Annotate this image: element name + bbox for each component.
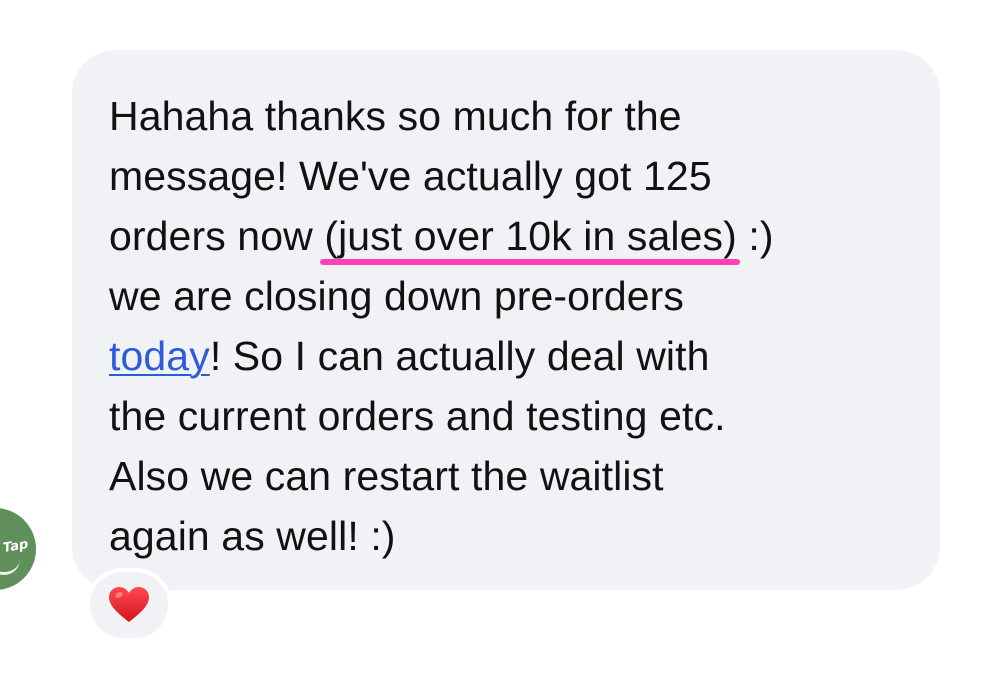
message-line-6: the current orders and testing etc. bbox=[109, 393, 726, 439]
message-line-1: Hahaha thanks so much for the bbox=[109, 93, 682, 139]
message-line-8: again as well! :) bbox=[109, 513, 396, 559]
tap-label: Tap bbox=[1, 536, 30, 556]
reaction-badge[interactable] bbox=[86, 568, 172, 642]
message-line-3: orders now (just over 10k in sales) :) bbox=[109, 206, 940, 266]
message-view: Tap Hahaha thanks so much for the messag… bbox=[0, 0, 991, 679]
message-line-7: Also we can restart the waitlist bbox=[109, 453, 664, 499]
message-line-4: we are closing down pre-orders bbox=[109, 273, 684, 319]
message-bubble[interactable]: Hahaha thanks so much for the message! W… bbox=[72, 50, 940, 590]
today-link[interactable]: today bbox=[109, 333, 210, 379]
message-text: orders now bbox=[109, 213, 325, 259]
message-text: :) bbox=[736, 213, 774, 259]
underlined-phrase: (just over 10k in sales) bbox=[320, 206, 740, 266]
message-text: ! So I can actually deal with bbox=[209, 333, 710, 379]
message-line-5: today! So I can actually deal with bbox=[109, 326, 940, 386]
highlight-text: (just over 10k in sales) bbox=[324, 213, 737, 259]
tap-logo-icon bbox=[0, 558, 20, 575]
message-line-2: message! We've actually got 125 bbox=[109, 153, 712, 199]
pink-underline-annotation bbox=[320, 259, 740, 265]
tap-badge[interactable]: Tap bbox=[0, 508, 36, 590]
red-heart-icon bbox=[108, 586, 150, 624]
